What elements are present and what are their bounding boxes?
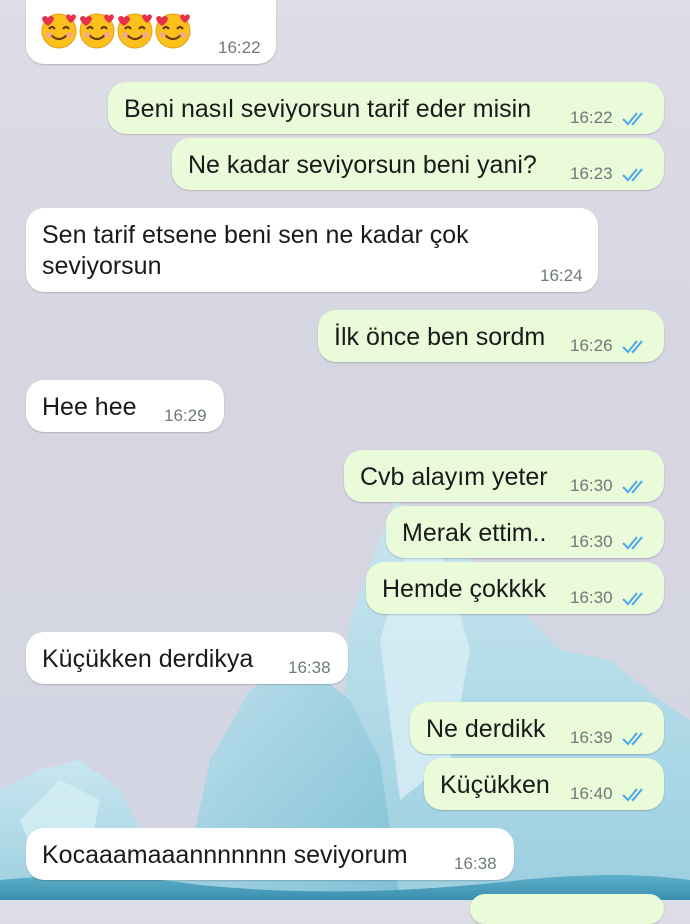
message-time: 16:29 xyxy=(164,406,207,425)
double-check-icon xyxy=(622,788,643,802)
message-time: 16:38 xyxy=(454,854,497,873)
message-time: 16:22 xyxy=(570,108,613,127)
message-bubble-outgoing[interactable]: Küçükken 16:40 xyxy=(424,758,664,810)
smiling-face-with-hearts-icon xyxy=(116,10,154,58)
double-check-icon xyxy=(622,536,643,550)
message-bubble-outgoing[interactable]: Merak ettim.. 16:30 xyxy=(386,506,664,558)
message-bubble-incoming[interactable]: Sen tarif etsene beni sen ne kadar çok s… xyxy=(26,208,598,292)
message-bubble-outgoing[interactable]: Ne kadar seviyorsun beni yani? 16:23 xyxy=(172,138,664,190)
message-text: Cvb alayım yeter xyxy=(360,463,548,491)
message-time: 16:26 xyxy=(570,336,613,355)
message-text: Küçükken xyxy=(440,771,550,799)
double-check-icon xyxy=(622,168,643,182)
double-check-icon xyxy=(622,112,643,126)
message-bubble-incoming[interactable]: 16:22 xyxy=(26,0,276,64)
message-time: 16:38 xyxy=(288,658,331,677)
message-text: Merak ettim.. xyxy=(402,519,547,547)
message-bubble-outgoing[interactable]: Hemde çokkkk 16:30 xyxy=(366,562,664,614)
message-time: 16:30 xyxy=(570,476,613,495)
message-text: Küçükken derdikya xyxy=(42,645,254,673)
message-text: Hemde çokkkk xyxy=(382,575,546,603)
message-time: 16:39 xyxy=(570,728,613,747)
smiling-face-with-hearts-icon xyxy=(154,10,192,58)
double-check-icon xyxy=(622,592,643,606)
message-text: Sen tarif etsene beni sen ne kadar çok s… xyxy=(42,221,469,280)
message-text: Ne kadar seviyorsun beni yani? xyxy=(188,151,537,179)
message-bubble-outgoing[interactable]: Cvb alayım yeter 16:30 xyxy=(344,450,664,502)
smiling-face-with-hearts-icon xyxy=(78,10,116,58)
message-time: 16:40 xyxy=(570,784,613,803)
double-check-icon xyxy=(622,480,643,494)
message-text: İlk önce ben sordm xyxy=(334,323,546,351)
message-text: Hee hee xyxy=(42,393,137,421)
message-bubble-outgoing[interactable]: Beni nasıl seviyorsun tarif eder misin 1… xyxy=(108,82,664,134)
message-text: Kocaaamaaannnnnnn seviyorum xyxy=(42,841,408,869)
message-time: 16:22 xyxy=(218,38,261,57)
message-text: Beni nasıl seviyorsun tarif eder misin xyxy=(124,95,532,123)
message-bubble-outgoing[interactable]: Ne derdikk 16:39 xyxy=(410,702,664,754)
message-time: 16:23 xyxy=(570,164,613,183)
smiling-face-with-hearts-icon xyxy=(40,10,78,58)
message-time: 16:30 xyxy=(570,532,613,551)
message-bubble-outgoing-partial[interactable] xyxy=(470,894,664,924)
message-bubble-incoming[interactable]: Küçükken derdikya 16:38 xyxy=(26,632,348,684)
double-check-icon xyxy=(622,340,643,354)
message-bubble-incoming[interactable]: Hee hee 16:29 xyxy=(26,380,224,432)
message-text: Ne derdikk xyxy=(426,715,546,743)
message-time: 16:24 xyxy=(540,266,583,285)
message-bubble-incoming[interactable]: Kocaaamaaannnnnnn seviyorum 16:38 xyxy=(26,828,514,880)
double-check-icon xyxy=(622,732,643,746)
message-time: 16:30 xyxy=(570,588,613,607)
message-bubble-outgoing[interactable]: İlk önce ben sordm 16:26 xyxy=(318,310,664,362)
